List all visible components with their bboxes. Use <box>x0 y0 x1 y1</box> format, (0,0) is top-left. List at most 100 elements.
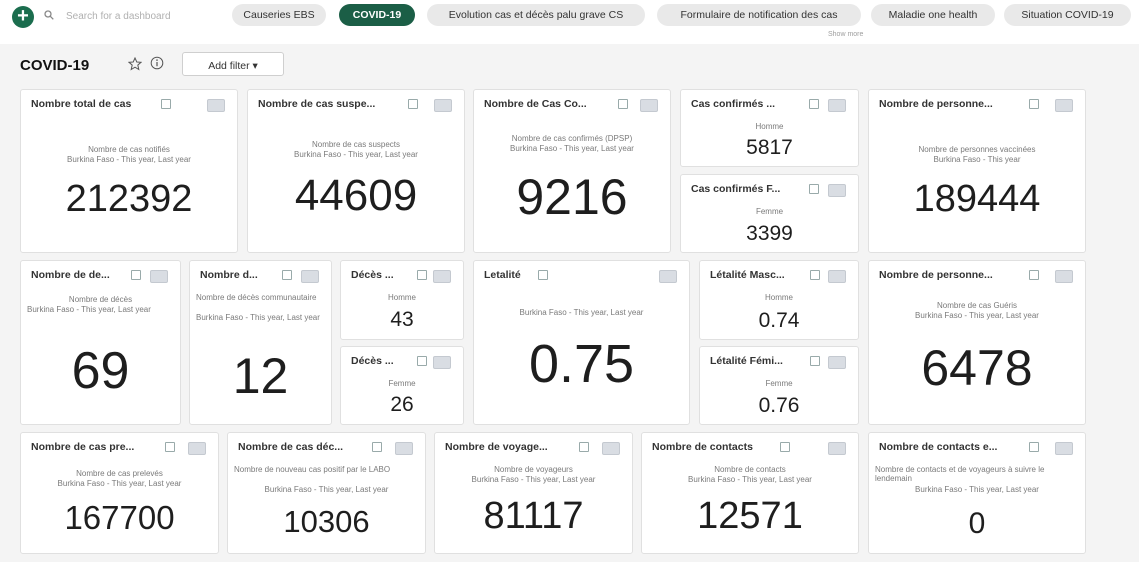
comment-icon[interactable] <box>828 356 846 369</box>
add-filter-button[interactable]: Add filter ▾ <box>182 52 284 76</box>
dashboard-chip-evolution-palu[interactable]: Evolution cas et décès palu grave CS <box>427 4 645 26</box>
card-value: 10306 <box>283 504 370 539</box>
open-external-icon[interactable] <box>809 184 819 194</box>
card-nombre-total-de-cas: Nombre total de cas Nombre de cas notifi… <box>20 89 238 253</box>
card-value: 3399 <box>746 222 793 245</box>
card-deces-femme: Décès ... Femme 26 <box>340 346 464 425</box>
card-subtitle: Burkina Faso - This year, Last year <box>264 485 389 494</box>
card-title: Nombre de personne... <box>879 98 993 110</box>
card-title: Nombre de cas déc... <box>238 441 344 453</box>
card-subtitle: Homme <box>764 293 793 302</box>
card-letalite-masculine: Létalité Masc... Homme 0.74 <box>699 260 859 340</box>
open-external-icon[interactable] <box>810 270 820 280</box>
card-subtitle: Burkina Faso - This year, Last year <box>510 144 634 153</box>
card-subtitle: Nombre de nouveau cas positif par le LAB… <box>234 465 391 474</box>
card-nombre-de-cas-decouverts: Nombre de cas déc... Nombre de nouveau c… <box>227 432 426 554</box>
open-external-icon[interactable] <box>282 270 292 280</box>
card-value: 0.76 <box>758 394 800 417</box>
comment-icon[interactable] <box>828 99 846 112</box>
add-dashboard-button[interactable]: + <box>12 6 34 28</box>
card-value: 0.74 <box>758 309 800 332</box>
open-external-icon[interactable] <box>1029 442 1039 452</box>
card-cas-confirmes-homme: Cas confirmés ... Homme 5817 <box>680 89 859 167</box>
star-icon[interactable] <box>128 57 142 71</box>
show-more-link[interactable]: Show more <box>828 31 863 38</box>
card-subtitle: Burkina Faso - This year, Last year <box>196 313 320 322</box>
dashboard-chip-covid-19[interactable]: COVID-19 <box>339 4 415 26</box>
dashboard-chip-maladie-one-health[interactable]: Maladie one health <box>871 4 995 26</box>
card-subtitle: Nombre de cas notifiés <box>88 145 170 154</box>
comment-icon[interactable] <box>602 442 620 455</box>
open-external-icon[interactable] <box>1029 270 1039 280</box>
open-external-icon[interactable] <box>417 356 427 366</box>
comment-icon[interactable] <box>434 99 452 112</box>
card-nombre-de-contacts: Nombre de contacts Nombre de contacts Bu… <box>641 432 859 554</box>
card-nombre-de-deces-communautaire: Nombre d... Nombre de décès communautair… <box>189 260 332 425</box>
card-letalite: Letalité Burkina Faso - This year, Last … <box>473 260 690 425</box>
comment-icon[interactable] <box>1055 442 1073 455</box>
card-subtitle: Nombre de contacts <box>714 465 786 474</box>
card-value: 26 <box>390 393 414 416</box>
dashboard-chip-causeries-ebs[interactable]: Causeries EBS <box>232 4 326 26</box>
card-value: 81117 <box>483 495 584 537</box>
comment-icon[interactable] <box>207 99 225 112</box>
comment-icon[interactable] <box>828 442 846 455</box>
open-external-icon[interactable] <box>579 442 589 452</box>
comment-icon[interactable] <box>150 270 168 283</box>
card-subtitle: Homme <box>755 122 784 131</box>
card-subtitle: Femme <box>765 379 793 388</box>
card-subtitle: Burkina Faso - This year, Last year <box>519 308 644 317</box>
top-bar: + Causeries EBS COVID-19 Evolution cas e… <box>0 0 1139 44</box>
card-title: Nombre d... <box>200 269 258 281</box>
card-subtitle: Nombre de décès communautaire <box>196 293 317 302</box>
search-icon <box>44 10 54 20</box>
comment-icon[interactable] <box>395 442 413 455</box>
comment-icon[interactable] <box>828 184 846 197</box>
card-deces-homme: Décès ... Homme 43 <box>340 260 464 340</box>
open-external-icon[interactable] <box>372 442 382 452</box>
open-external-icon[interactable] <box>618 99 628 109</box>
open-external-icon[interactable] <box>417 270 427 280</box>
open-external-icon[interactable] <box>161 99 171 109</box>
comment-icon[interactable] <box>640 99 658 112</box>
open-external-icon[interactable] <box>165 442 175 452</box>
card-title: Nombre de Cas Co... <box>484 98 587 110</box>
comment-icon[interactable] <box>433 270 451 283</box>
card-subtitle: Burkina Faso - This year, Last year <box>67 155 191 164</box>
card-value: 0.75 <box>528 334 635 394</box>
comment-icon[interactable] <box>433 356 451 369</box>
card-title: Nombre de personne... <box>879 269 993 281</box>
dashboard-chip-situation-covid-19[interactable]: Situation COVID-19 <box>1004 4 1131 26</box>
card-nombre-de-cas-preleves: Nombre de cas pre... Nombre de cas prele… <box>20 432 219 554</box>
comment-icon[interactable] <box>659 270 677 283</box>
card-title: Letalité <box>484 269 521 281</box>
open-external-icon[interactable] <box>810 356 820 366</box>
open-external-icon[interactable] <box>780 442 790 452</box>
card-title: Nombre de voyage... <box>445 441 548 453</box>
comment-icon[interactable] <box>1055 99 1073 112</box>
dashboard-chip-formulaire-notification[interactable]: Formulaire de notification des cas <box>657 4 861 26</box>
card-value: 43 <box>390 308 414 331</box>
open-external-icon[interactable] <box>538 270 548 280</box>
card-cas-confirmes-femme: Cas confirmés F... Femme 3399 <box>680 174 859 253</box>
card-subtitle: Nombre de voyageurs <box>494 465 573 474</box>
card-subtitle: Burkina Faso - This year <box>933 155 1021 164</box>
open-external-icon[interactable] <box>408 99 418 109</box>
card-title: Nombre de cas suspe... <box>258 98 376 110</box>
comment-icon[interactable] <box>188 442 206 455</box>
dashboard-search-input[interactable] <box>60 4 222 28</box>
card-subtitle: Nombre de personnes vaccinées <box>918 145 1036 154</box>
comment-icon[interactable] <box>828 270 846 283</box>
card-title: Décès ... <box>351 269 394 281</box>
card-subtitle: Nombre de cas confirmés (DPSP) <box>511 134 633 143</box>
card-subtitle: Burkina Faso - This year, Last year <box>915 485 1039 494</box>
comment-icon[interactable] <box>1055 270 1073 283</box>
open-external-icon[interactable] <box>809 99 819 109</box>
comment-icon[interactable] <box>301 270 319 283</box>
open-external-icon[interactable] <box>131 270 141 280</box>
open-external-icon[interactable] <box>1029 99 1039 109</box>
card-subtitle: Burkina Faso - This year, Last year <box>27 305 151 314</box>
info-icon[interactable] <box>150 56 164 70</box>
card-nombre-de-deces: Nombre de de... Nombre de décès Burkina … <box>20 260 181 425</box>
dashboard-title-bar: COVID-19 Add filter ▾ <box>0 48 1139 82</box>
